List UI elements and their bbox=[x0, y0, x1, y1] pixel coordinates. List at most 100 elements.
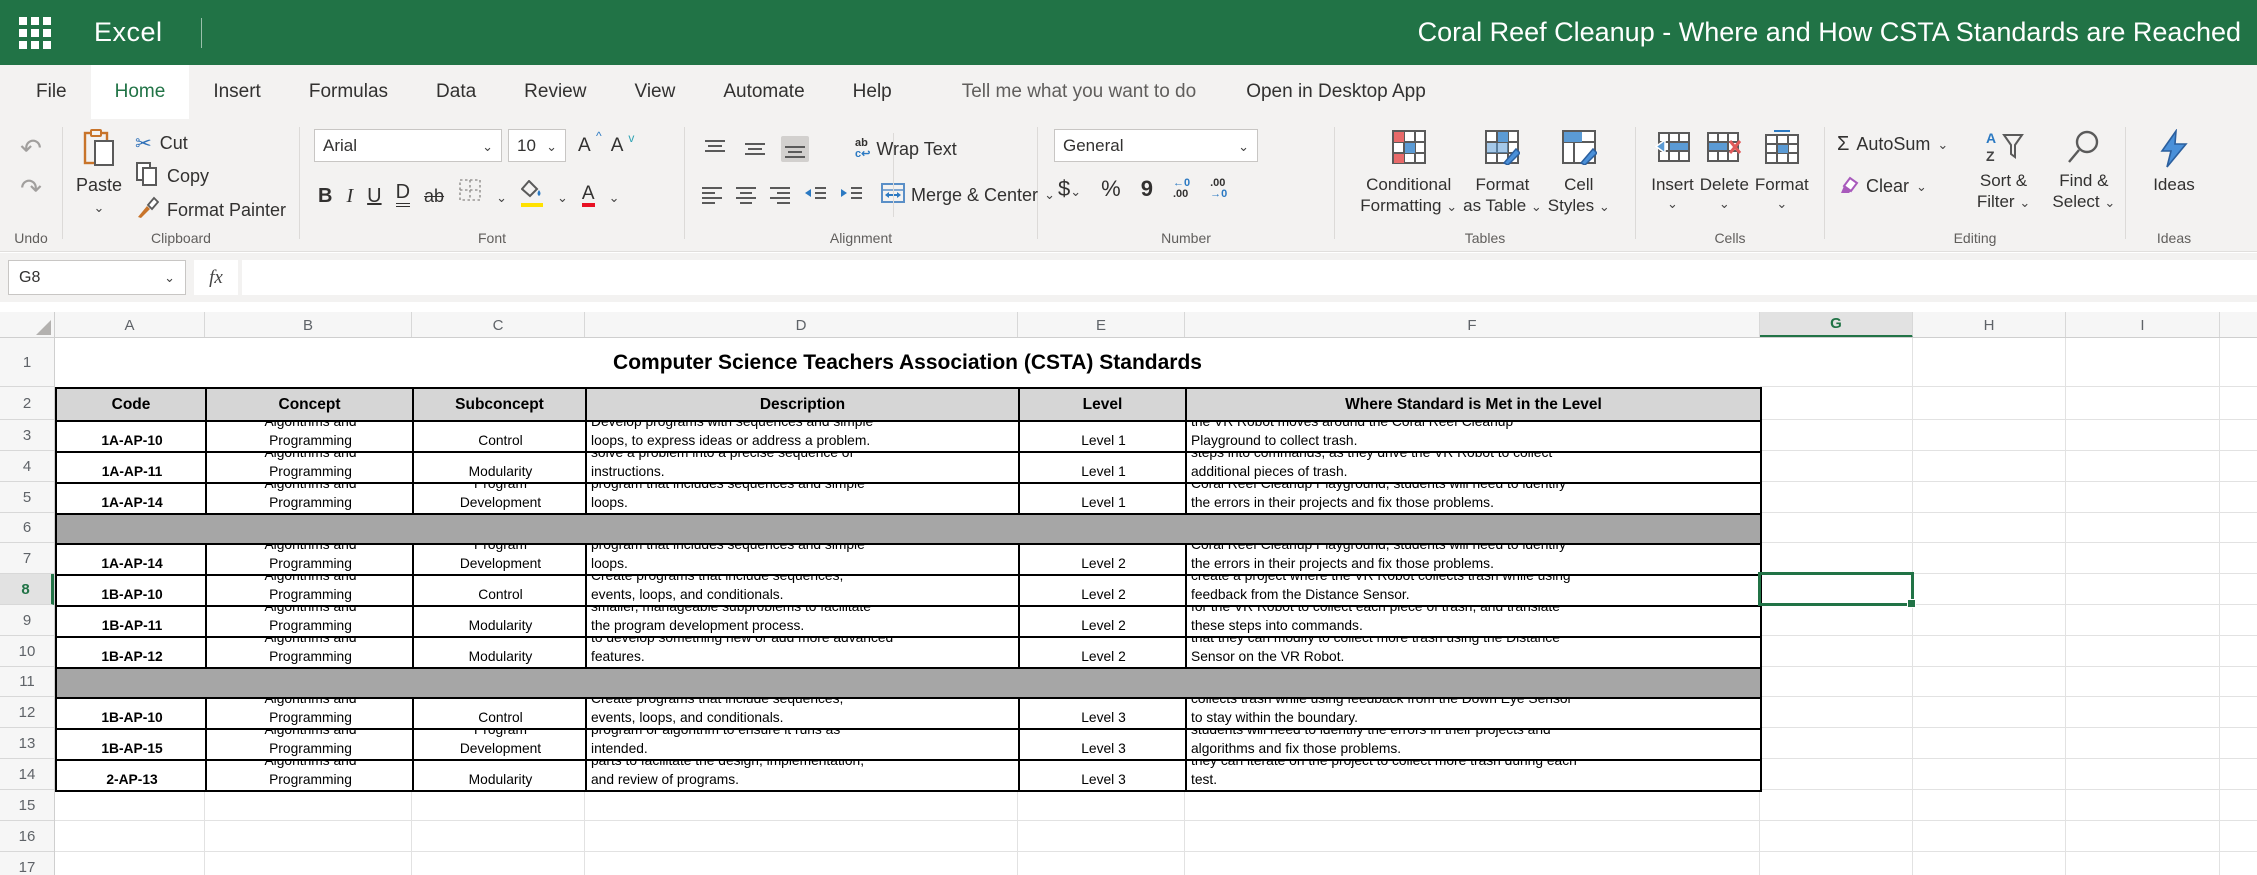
align-top-button[interactable] bbox=[701, 136, 729, 162]
decrease-decimal-button[interactable]: .00→0 bbox=[1210, 178, 1227, 200]
ribbon-tab-help[interactable]: Help bbox=[829, 65, 916, 119]
row-header-10[interactable]: 10 bbox=[0, 636, 54, 667]
row-header-9[interactable]: 9 bbox=[0, 605, 54, 636]
row-header-14[interactable]: 14 bbox=[0, 759, 54, 790]
cell-subconcept[interactable]: Control bbox=[414, 576, 587, 607]
cell-level[interactable]: Level 1 bbox=[1020, 422, 1187, 453]
autosum-button[interactable]: Σ AutoSum bbox=[1837, 133, 1964, 156]
table-header-cell[interactable]: Concept bbox=[207, 389, 414, 422]
cell-code[interactable]: 1B-AP-10 bbox=[57, 699, 207, 730]
underline-button[interactable]: U bbox=[367, 185, 381, 207]
currency-format-button[interactable]: $ bbox=[1058, 176, 1081, 202]
column-header-C[interactable]: C bbox=[412, 312, 585, 338]
cell-where[interactable]: Coral Reef Cleanup Playground, students … bbox=[1187, 484, 1762, 515]
cell-code[interactable]: 1B-AP-15 bbox=[57, 730, 207, 761]
cell-concept[interactable]: Algorithms andProgramming bbox=[207, 761, 414, 792]
cell-description[interactable]: Create programs that include sequences,e… bbox=[587, 699, 1020, 730]
format-painter-button[interactable]: Format Painter bbox=[135, 196, 286, 224]
row-header-15[interactable]: 15 bbox=[0, 790, 54, 821]
table-header-cell[interactable]: Where Standard is Met in the Level bbox=[1187, 389, 1762, 422]
app-launcher-waffle-icon[interactable] bbox=[18, 16, 52, 50]
cell-code[interactable]: 1A-AP-14 bbox=[57, 484, 207, 515]
name-box[interactable]: G8 bbox=[8, 260, 186, 295]
column-header-F[interactable]: F bbox=[1185, 312, 1760, 338]
cell-code[interactable]: 1B-AP-10 bbox=[57, 576, 207, 607]
cell-where[interactable]: they can iterate on the project to colle… bbox=[1187, 761, 1762, 792]
table-header-cell[interactable]: Subconcept bbox=[414, 389, 587, 422]
row-header-12[interactable]: 12 bbox=[0, 697, 54, 728]
cell-level[interactable]: Level 2 bbox=[1020, 638, 1187, 669]
ribbon-tab-file[interactable]: File bbox=[12, 65, 91, 119]
cell-where[interactable]: steps into commands, as they drive the V… bbox=[1187, 453, 1762, 484]
borders-button[interactable] bbox=[458, 178, 482, 207]
merge-center-button[interactable]: Merge & Center bbox=[881, 183, 1055, 208]
row-header-5[interactable]: 5 bbox=[0, 482, 54, 513]
align-middle-button[interactable] bbox=[741, 136, 769, 162]
copy-button[interactable]: Copy bbox=[135, 162, 286, 190]
cell-description[interactable]: Develop programs with sequences and simp… bbox=[587, 422, 1020, 453]
ribbon-tab-insert[interactable]: Insert bbox=[189, 65, 285, 119]
cell-description[interactable]: program that includes sequences and simp… bbox=[587, 545, 1020, 576]
cell-subconcept[interactable]: Modularity bbox=[414, 638, 587, 669]
cell-where[interactable]: the VR Robot moves around the Coral Reef… bbox=[1187, 422, 1762, 453]
cell-concept[interactable]: Algorithms andProgramming bbox=[207, 638, 414, 669]
cell-subconcept[interactable]: Modularity bbox=[414, 607, 587, 638]
cell-description[interactable]: program that includes sequences and simp… bbox=[587, 484, 1020, 515]
row-header-11[interactable]: 11 bbox=[0, 667, 54, 697]
cell-where[interactable]: collects trash while using feedback from… bbox=[1187, 699, 1762, 730]
ribbon-tab-home[interactable]: Home bbox=[91, 65, 190, 119]
table-header-cell[interactable]: Description bbox=[587, 389, 1020, 422]
cell-concept[interactable]: Algorithms andProgramming bbox=[207, 545, 414, 576]
fill-handle[interactable] bbox=[1907, 599, 1916, 608]
increase-indent-button[interactable] bbox=[839, 182, 863, 208]
paste-dropdown-chevron[interactable] bbox=[94, 199, 105, 217]
cell-description[interactable]: solve a problem into a precise sequence … bbox=[587, 453, 1020, 484]
find-select-button[interactable]: Find &Select bbox=[2043, 127, 2125, 223]
column-header-E[interactable]: E bbox=[1018, 312, 1185, 338]
cell-where[interactable]: for the VR Robot to collect each piece o… bbox=[1187, 607, 1762, 638]
column-header-H[interactable]: H bbox=[1913, 312, 2066, 338]
cell-subconcept[interactable]: Modularity bbox=[414, 453, 587, 484]
fx-icon[interactable]: fx bbox=[194, 260, 238, 295]
font-color-chevron[interactable] bbox=[609, 189, 620, 207]
align-left-button[interactable] bbox=[701, 182, 723, 208]
cell-concept[interactable]: Algorithms andProgramming bbox=[207, 453, 414, 484]
column-header-I[interactable]: I bbox=[2066, 312, 2220, 338]
font-family-select[interactable]: Arial bbox=[314, 129, 502, 162]
name-box-chevron[interactable] bbox=[164, 269, 175, 287]
clear-button[interactable]: Clear bbox=[1837, 174, 1964, 199]
row-header-16[interactable]: 16 bbox=[0, 821, 54, 852]
row-header-4[interactable]: 4 bbox=[0, 451, 54, 482]
cell-concept[interactable]: Algorithms andProgramming bbox=[207, 484, 414, 515]
formula-input[interactable] bbox=[242, 260, 2257, 295]
grow-font-button[interactable]: A^ bbox=[578, 135, 591, 157]
table-header-cell[interactable]: Code bbox=[57, 389, 207, 422]
cell-subconcept[interactable]: ProgramDevelopment bbox=[414, 730, 587, 761]
number-format-select[interactable]: General bbox=[1054, 129, 1258, 162]
separator-row[interactable] bbox=[57, 669, 1762, 699]
ribbon-tab-view[interactable]: View bbox=[610, 65, 699, 119]
cut-button[interactable]: ✂ Cut bbox=[135, 131, 286, 156]
table-header-cell[interactable]: Level bbox=[1020, 389, 1187, 422]
separator-row[interactable] bbox=[57, 515, 1762, 545]
cell-level[interactable]: Level 3 bbox=[1020, 699, 1187, 730]
align-bottom-button[interactable] bbox=[781, 136, 809, 162]
row-header-7[interactable]: 7 bbox=[0, 543, 54, 574]
cell-where[interactable]: that they can modify to collect more tra… bbox=[1187, 638, 1762, 669]
cell-code[interactable]: 1A-AP-14 bbox=[57, 545, 207, 576]
tell-me-box[interactable]: Tell me what you want to do bbox=[962, 65, 1196, 119]
redo-icon[interactable]: ↷ bbox=[20, 175, 42, 201]
fill-color-button[interactable] bbox=[521, 180, 543, 207]
strikethrough-button[interactable]: ab bbox=[424, 185, 444, 207]
align-right-button[interactable] bbox=[769, 182, 791, 208]
sort-filter-button[interactable]: AZ Sort &Filter bbox=[1964, 127, 2042, 223]
cell-concept[interactable]: Algorithms andProgramming bbox=[207, 730, 414, 761]
row-header-3[interactable]: 3 bbox=[0, 420, 54, 451]
cell-subconcept[interactable]: ProgramDevelopment bbox=[414, 545, 587, 576]
row-header-8[interactable]: 8 bbox=[0, 574, 54, 605]
cell-subconcept[interactable]: Control bbox=[414, 422, 587, 453]
cell-level[interactable]: Level 2 bbox=[1020, 607, 1187, 638]
cell-where[interactable]: Coral Reef Cleanup Playground, students … bbox=[1187, 545, 1762, 576]
ribbon-tab-automate[interactable]: Automate bbox=[699, 65, 828, 119]
column-header-D[interactable]: D bbox=[585, 312, 1018, 338]
